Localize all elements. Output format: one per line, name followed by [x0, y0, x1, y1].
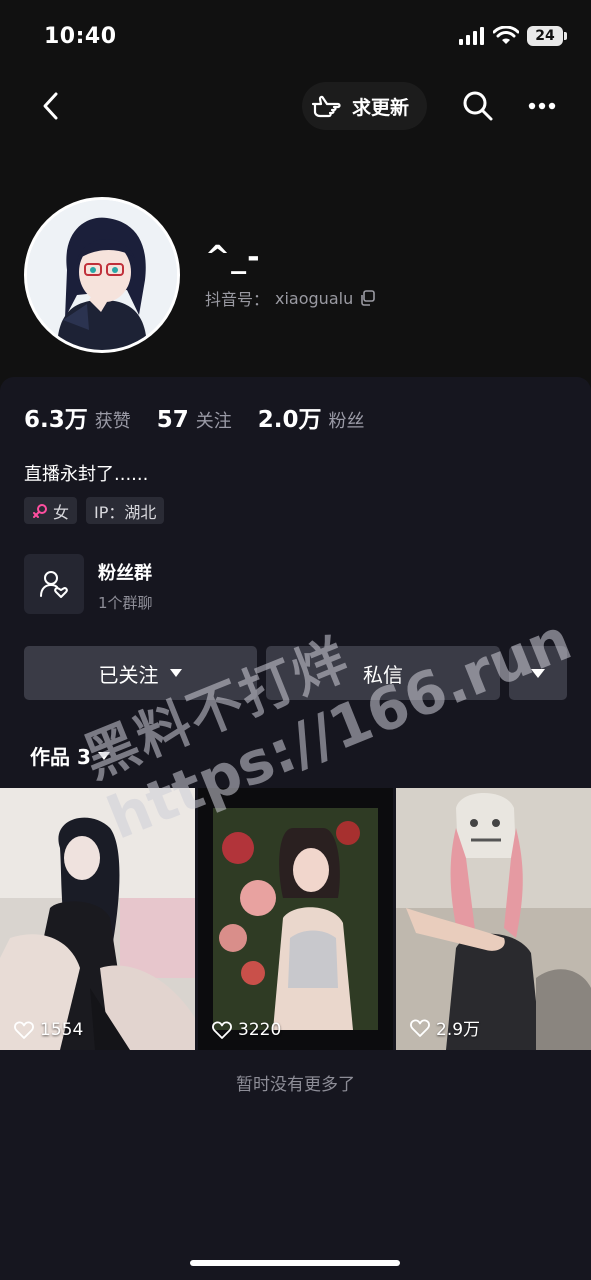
douyin-id-label: 抖音号：: [205, 290, 270, 309]
fan-group-icon-box: [24, 554, 84, 614]
battery-level: 24: [535, 28, 555, 44]
gender-label: 女: [53, 502, 70, 522]
followers-label: 粉丝: [328, 411, 365, 432]
status-icons: 24: [459, 26, 567, 46]
message-button[interactable]: 私信: [266, 646, 500, 700]
followers-count[interactable]: 2.0万: [258, 400, 322, 434]
home-indicator[interactable]: [190, 1260, 400, 1266]
back-button[interactable]: [30, 84, 70, 128]
wifi-icon: [493, 26, 519, 44]
heart-icon: [14, 1021, 34, 1039]
cellular-signal-icon: [459, 27, 484, 45]
more-options-button[interactable]: [520, 84, 564, 128]
avatar-illustration: [27, 200, 177, 350]
followed-label: 已关注: [98, 662, 159, 687]
following-count[interactable]: 57: [157, 407, 189, 433]
video-thumbnail[interactable]: 2.9万: [396, 788, 591, 1050]
pointing-hand-icon: [311, 95, 341, 118]
fan-group-subtitle: 1个群聊: [98, 594, 153, 612]
stats-row: 6.3万 获赞 57 关注 2.0万 粉丝: [24, 400, 391, 434]
video-cover-image: [198, 788, 393, 1050]
username: ^_-: [205, 240, 261, 275]
bio: 直播永封了......: [24, 464, 149, 485]
like-count: 2.9万: [436, 1020, 481, 1040]
ip-location-tag: IP：湖北: [86, 497, 165, 524]
gender-tag: 女: [24, 497, 78, 524]
message-label: 私信: [363, 662, 403, 687]
caret-down-icon: [531, 668, 545, 678]
like-count-row: 2.9万: [410, 1015, 480, 1040]
followed-button[interactable]: 已关注: [24, 646, 257, 700]
search-button[interactable]: [456, 84, 500, 128]
status-time: 10:40: [44, 24, 117, 49]
ip-location-label: IP：湖北: [94, 502, 157, 522]
avatar[interactable]: [24, 197, 180, 353]
request-update-label: 求更新: [352, 96, 410, 119]
fan-group-title: 粉丝群: [98, 563, 152, 584]
video-cover-image: [396, 788, 591, 1050]
video-grid: 1554 3220 2.9万: [0, 788, 591, 1050]
status-bar: 10:40 24: [0, 0, 591, 74]
female-icon: [33, 503, 47, 518]
heart-icon: [212, 1021, 232, 1039]
caret-down-icon: [97, 751, 110, 760]
video-thumbnail[interactable]: 1554: [0, 788, 195, 1050]
tab-works[interactable]: 作品 3: [30, 741, 111, 770]
caret-down-icon: [169, 669, 182, 677]
more-dots-icon: [528, 102, 556, 110]
chevron-left-icon: [43, 92, 58, 120]
nav-bar: 求更新: [0, 78, 591, 134]
heart-icon: [410, 1019, 430, 1037]
fan-group-icon: [40, 571, 68, 598]
like-count: 1554: [40, 1020, 84, 1040]
like-count-row: 1554: [14, 1020, 83, 1040]
likes-count[interactable]: 6.3万: [24, 400, 88, 434]
search-icon: [463, 91, 493, 121]
likes-label: 获赞: [94, 411, 131, 432]
douyin-id-row: 抖音号： xiaogualu: [205, 286, 376, 310]
video-thumbnail[interactable]: 3220: [198, 788, 393, 1050]
following-label: 关注: [195, 411, 232, 432]
no-more-content-label: 暂时没有更多了: [236, 1075, 355, 1095]
like-count-row: 3220: [212, 1020, 281, 1040]
video-cover-image: [0, 788, 195, 1050]
douyin-id-value: xiaogualu: [275, 288, 354, 308]
like-count: 3220: [238, 1020, 282, 1040]
request-update-button[interactable]: 求更新: [302, 82, 428, 130]
battery-icon: 24: [527, 26, 567, 46]
recommend-dropdown-button[interactable]: [509, 646, 567, 700]
copy-icon[interactable]: [359, 290, 376, 306]
works-tab-label: 作品 3: [30, 745, 91, 769]
profile-tags: 女 IP：湖北: [24, 497, 165, 524]
fan-group-entry[interactable]: 粉丝群 1个群聊: [24, 554, 344, 616]
